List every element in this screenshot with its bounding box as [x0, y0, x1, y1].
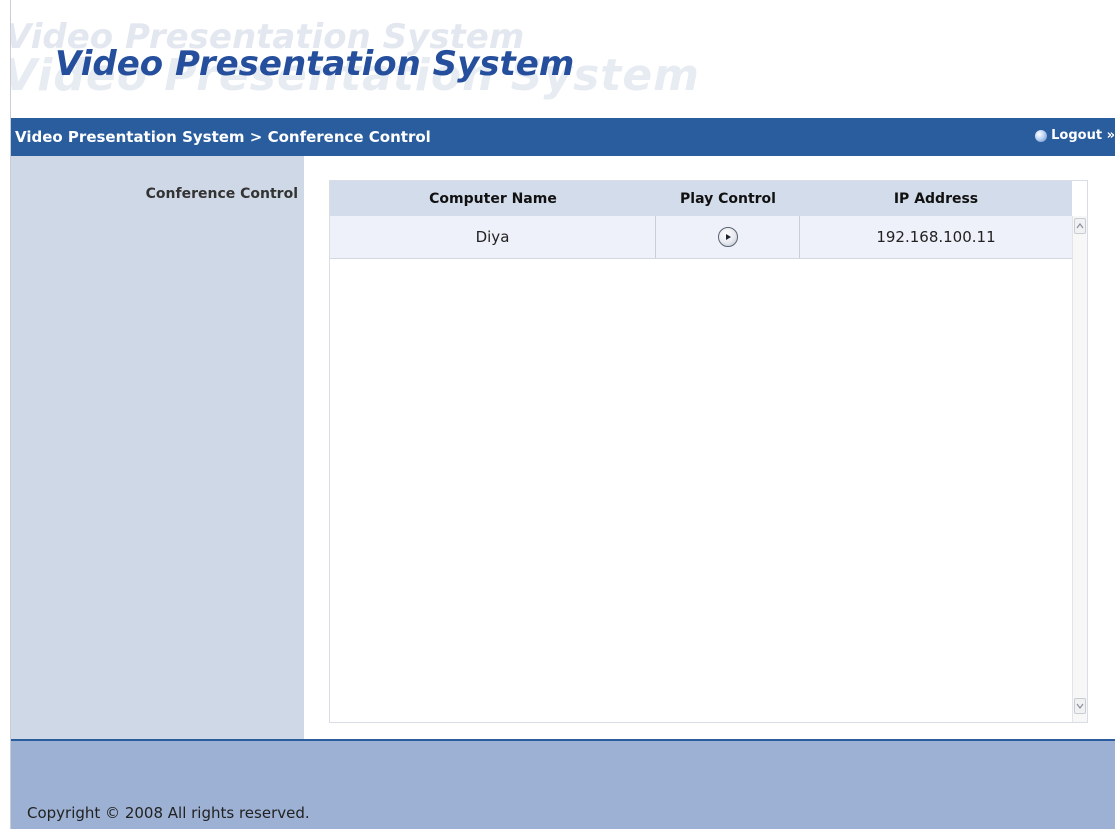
column-header-computer-name: Computer Name	[429, 190, 557, 207]
sidebar: Conference Control	[11, 156, 304, 739]
page: Video Presentation System Video Presenta…	[10, 0, 1115, 829]
main-content: Computer Name Play Control IP Address Di…	[304, 156, 1115, 739]
logout-label: Logout »	[1051, 128, 1115, 143]
table-row[interactable]: Diya 192.168.100.11	[330, 216, 1072, 259]
nav-bar: Video Presentation System > Conference C…	[11, 118, 1115, 156]
play-control-cell	[656, 216, 800, 258]
table-header: Computer Name Play Control IP Address	[330, 181, 1072, 216]
footer: Copyright © 2008 All rights reserved.	[11, 739, 1115, 829]
column-header-ip-address: IP Address	[893, 190, 979, 207]
header: Video Presentation System Video Presenta…	[11, 0, 1115, 118]
computer-name-cell: Diya	[330, 216, 656, 258]
scroll-down-icon[interactable]	[1074, 698, 1086, 714]
computer-table: Computer Name Play Control IP Address Di…	[329, 180, 1088, 723]
logout-link[interactable]: Logout »	[1035, 128, 1115, 143]
scroll-up-icon[interactable]	[1074, 218, 1086, 234]
ip-address-cell: 192.168.100.11	[876, 228, 996, 246]
page-title: Video Presentation System	[55, 44, 575, 84]
play-icon[interactable]	[717, 227, 738, 247]
column-header-play-control: Play Control	[680, 190, 776, 207]
copyright-text: Copyright © 2008 All rights reserved.	[27, 804, 310, 822]
table-scrollbar[interactable]	[1072, 216, 1087, 722]
breadcrumb: Video Presentation System > Conference C…	[15, 128, 431, 146]
sidebar-title: Conference Control	[145, 186, 298, 202]
logout-icon	[1035, 129, 1048, 142]
